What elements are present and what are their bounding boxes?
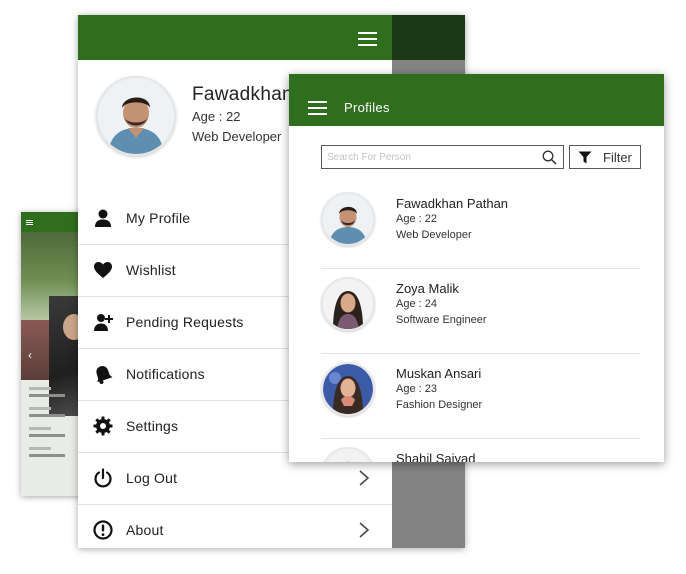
filter-icon xyxy=(578,151,592,164)
gear-icon xyxy=(93,416,113,436)
chevron-right-icon xyxy=(359,522,370,538)
person-age: Age : 24 xyxy=(396,298,437,310)
person-age: Age : 22 xyxy=(396,213,437,225)
person-name: Muskan Ansari xyxy=(396,366,482,381)
person-avatar xyxy=(321,192,375,246)
profile-age: Age : 22 xyxy=(192,109,241,124)
page-title: Profiles xyxy=(344,100,390,115)
profile-avatar[interactable] xyxy=(96,76,176,156)
person-name: Zoya Malik xyxy=(396,281,459,296)
search-icon[interactable] xyxy=(542,150,557,165)
list-item[interactable]: Shahil Saiyad xyxy=(321,439,640,462)
person-job: Web Developer xyxy=(396,229,472,241)
filter-button[interactable]: Filter xyxy=(569,145,641,169)
menu-icon[interactable] xyxy=(358,32,377,47)
person-avatar xyxy=(321,362,375,416)
person-avatar xyxy=(321,447,375,462)
drawer-app-bar xyxy=(78,15,465,60)
menu-item-label: Log Out xyxy=(126,470,178,486)
menu-item-about[interactable]: About xyxy=(78,505,392,548)
list-item[interactable]: Fawadkhan Pathan Age : 22 Web Developer xyxy=(321,184,640,269)
person-name: Fawadkhan Pathan xyxy=(396,196,509,211)
background-side-image xyxy=(21,320,49,380)
profiles-app-bar: Profiles xyxy=(289,74,664,126)
list-item[interactable]: Muskan Ansari Age : 23 Fashion Designer xyxy=(321,354,640,439)
person-name: Shahil Saiyad xyxy=(396,451,476,462)
person-job: Software Engineer xyxy=(396,314,487,326)
menu-icon[interactable] xyxy=(308,101,327,116)
menu-item-label: Wishlist xyxy=(126,262,176,278)
menu-item-label: My Profile xyxy=(126,210,191,226)
heart-icon xyxy=(94,262,112,278)
power-icon xyxy=(94,468,112,488)
drawer-app-bar-scrim xyxy=(392,15,465,60)
menu-item-label: Settings xyxy=(126,418,179,434)
filter-label: Filter xyxy=(603,150,632,165)
person-list: Fawadkhan Pathan Age : 22 Web Developer … xyxy=(321,184,640,462)
list-item[interactable]: Zoya Malik Age : 24 Software Engineer xyxy=(321,269,640,354)
profile-job: Web Developer xyxy=(192,129,282,144)
menu-item-label: Notifications xyxy=(126,366,205,382)
add-user-icon xyxy=(94,314,113,331)
bell-icon xyxy=(96,366,113,384)
search-input[interactable] xyxy=(327,149,532,165)
info-icon xyxy=(93,520,113,540)
background-menu-icon xyxy=(26,220,33,221)
chevron-right-icon xyxy=(359,470,370,486)
person-age: Age : 23 xyxy=(396,383,437,395)
profile-name: Fawadkhan xyxy=(192,84,293,105)
background-chevron-left-icon: ‹ xyxy=(28,348,32,362)
menu-item-label: Pending Requests xyxy=(126,314,244,330)
menu-item-label: About xyxy=(126,522,164,538)
search-box xyxy=(321,145,564,169)
profiles-screen: Profiles Filter Fawadkhan Pathan xyxy=(289,74,664,462)
user-icon xyxy=(95,209,111,227)
person-avatar xyxy=(321,277,375,331)
person-job: Fashion Designer xyxy=(396,399,483,411)
